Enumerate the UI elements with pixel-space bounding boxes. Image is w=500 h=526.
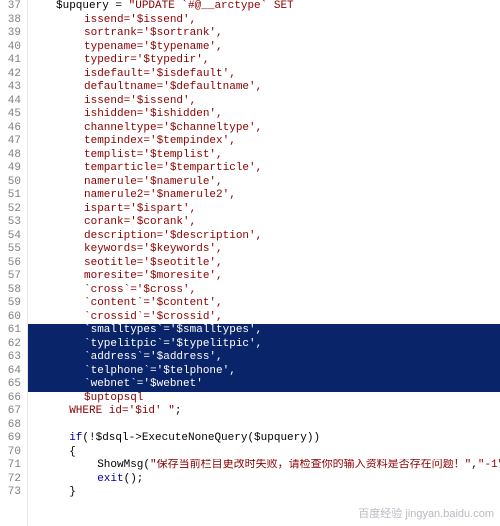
line-number: 50 [2, 176, 21, 190]
code-line[interactable]: tempindex='$tempindex', [28, 135, 500, 149]
code-line[interactable]: isdefault='$isdefault', [28, 68, 500, 82]
code-line[interactable]: corank='$corank', [28, 216, 500, 230]
code-line[interactable]: issend='$issend', [28, 95, 500, 109]
line-number: 40 [2, 41, 21, 55]
code-line[interactable]: channeltype='$channeltype', [28, 122, 500, 136]
line-number: 47 [2, 135, 21, 149]
code-line[interactable]: { [28, 446, 500, 460]
code-line[interactable]: `content`='$content', [28, 297, 500, 311]
code-line[interactable]: WHERE id='$id' "; [28, 405, 500, 419]
code-line[interactable]: $upquery = "UPDATE `#@__arctype` SET [28, 0, 500, 14]
line-number: 62 [2, 338, 21, 352]
line-number: 53 [2, 216, 21, 230]
line-number: 44 [2, 95, 21, 109]
code-line[interactable]: typename='$typename', [28, 41, 500, 55]
line-number: 49 [2, 162, 21, 176]
line-number: 70 [2, 446, 21, 460]
line-number: 71 [2, 459, 21, 473]
line-number: 64 [2, 365, 21, 379]
code-line[interactable]: exit(); [28, 473, 500, 487]
code-line[interactable]: sortrank='$sortrank', [28, 27, 500, 41]
code-area[interactable]: $upquery = "UPDATE `#@__arctype` SETisse… [28, 0, 500, 526]
code-line[interactable]: typedir='$typedir', [28, 54, 500, 68]
code-line[interactable]: issend='$issend', [28, 14, 500, 28]
code-line[interactable]: keywords='$keywords', [28, 243, 500, 257]
code-line[interactable]: ispart='$ispart', [28, 203, 500, 217]
code-line[interactable]: `typelitpic`='$typelitpic', [28, 338, 500, 352]
code-line[interactable]: $uptopsql [28, 392, 500, 406]
code-line[interactable]: `smalltypes`='$smalltypes', [28, 324, 500, 338]
line-number: 69 [2, 432, 21, 446]
code-line[interactable]: seotitle='$seotitle', [28, 257, 500, 271]
line-number: 41 [2, 54, 21, 68]
code-line[interactable]: namerule2='$namerule2', [28, 189, 500, 203]
line-number: 55 [2, 243, 21, 257]
line-number: 56 [2, 257, 21, 271]
code-line[interactable]: `telphone`='$telphone', [28, 365, 500, 379]
line-number: 51 [2, 189, 21, 203]
line-number: 43 [2, 81, 21, 95]
line-number: 54 [2, 230, 21, 244]
line-number: 48 [2, 149, 21, 163]
line-number: 63 [2, 351, 21, 365]
line-number: 37 [2, 0, 21, 14]
code-line[interactable]: templist='$templist', [28, 149, 500, 163]
line-number: 72 [2, 473, 21, 487]
code-line[interactable]: defaultname='$defaultname', [28, 81, 500, 95]
line-number-gutter: 3738394041424344454647484950515253545556… [0, 0, 28, 526]
code-line[interactable]: `webnet`='$webnet' [28, 378, 500, 392]
code-line[interactable]: `crossid`='$crossid', [28, 311, 500, 325]
code-line[interactable]: } [28, 486, 500, 500]
code-line[interactable]: ishidden='$ishidden', [28, 108, 500, 122]
line-number: 58 [2, 284, 21, 298]
line-number: 38 [2, 14, 21, 28]
line-number: 45 [2, 108, 21, 122]
code-line[interactable]: description='$description', [28, 230, 500, 244]
code-line[interactable]: if(!$dsql->ExecuteNoneQuery($upquery)) [28, 432, 500, 446]
line-number: 61 [2, 324, 21, 338]
line-number: 66 [2, 392, 21, 406]
line-number: 42 [2, 68, 21, 82]
line-number: 57 [2, 270, 21, 284]
line-number: 68 [2, 419, 21, 433]
line-number: 52 [2, 203, 21, 217]
line-number: 46 [2, 122, 21, 136]
line-number: 60 [2, 311, 21, 325]
line-number: 73 [2, 486, 21, 500]
code-line[interactable] [28, 419, 500, 433]
code-line[interactable]: `cross`='$cross', [28, 284, 500, 298]
code-line[interactable]: moresite='$moresite', [28, 270, 500, 284]
line-number: 67 [2, 405, 21, 419]
code-line[interactable]: ShowMsg("保存当前栏目更改时失败，请检查你的输入资料是否存在问题！","… [28, 459, 500, 473]
code-line[interactable]: temparticle='$temparticle', [28, 162, 500, 176]
code-line[interactable]: `address`='$address', [28, 351, 500, 365]
code-editor[interactable]: 3738394041424344454647484950515253545556… [0, 0, 500, 526]
code-line[interactable]: namerule='$namerule', [28, 176, 500, 190]
line-number: 59 [2, 297, 21, 311]
line-number: 39 [2, 27, 21, 41]
line-number: 65 [2, 378, 21, 392]
